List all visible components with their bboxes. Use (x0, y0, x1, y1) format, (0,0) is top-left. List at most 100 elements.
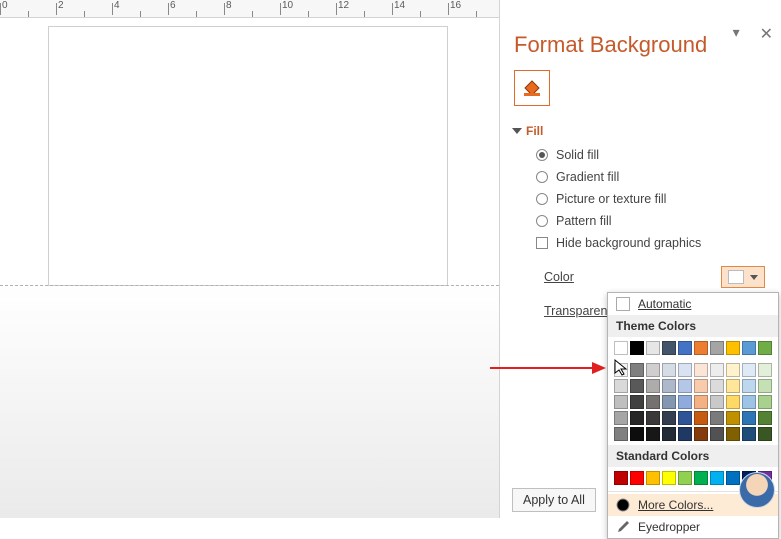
color-swatch[interactable] (630, 411, 644, 425)
color-swatch[interactable] (662, 395, 676, 409)
eyedropper-icon (616, 520, 630, 534)
color-swatch[interactable] (742, 379, 756, 393)
color-swatch[interactable] (694, 471, 708, 485)
chevron-down-icon (750, 275, 758, 280)
color-swatch[interactable] (758, 363, 772, 377)
color-swatch[interactable] (614, 363, 628, 377)
color-swatch[interactable] (630, 395, 644, 409)
radio-icon (536, 215, 548, 227)
color-swatch[interactable] (630, 379, 644, 393)
gradient-fill-option[interactable]: Gradient fill (536, 170, 769, 184)
color-swatch[interactable] (662, 341, 676, 355)
color-swatch[interactable] (742, 363, 756, 377)
theme-color-row (608, 337, 778, 359)
color-swatch[interactable] (662, 379, 676, 393)
color-swatch[interactable] (758, 395, 772, 409)
color-swatch[interactable] (662, 427, 676, 441)
color-swatch[interactable] (614, 379, 628, 393)
eyedropper-option[interactable]: Eyedropper (608, 516, 778, 538)
color-swatch[interactable] (614, 411, 628, 425)
fill-section-header[interactable]: Fill (514, 124, 769, 138)
color-swatch[interactable] (614, 395, 628, 409)
picture-fill-option[interactable]: Picture or texture fill (536, 192, 769, 206)
apply-to-all-button[interactable]: Apply to All (512, 488, 596, 512)
color-swatch[interactable] (694, 427, 708, 441)
hide-background-option[interactable]: Hide background graphics (536, 236, 769, 250)
color-swatch[interactable] (694, 363, 708, 377)
color-swatch[interactable] (710, 363, 724, 377)
color-swatch[interactable] (710, 427, 724, 441)
color-swatch[interactable] (742, 411, 756, 425)
color-swatch[interactable] (678, 411, 692, 425)
color-swatch[interactable] (726, 363, 740, 377)
panel-options-icon[interactable]: ▾ (733, 24, 740, 44)
radio-icon (536, 171, 548, 183)
color-swatch[interactable] (630, 471, 644, 485)
fill-tool-icon[interactable] (514, 70, 550, 106)
color-swatch[interactable] (678, 379, 692, 393)
horizontal-ruler: 0246810121416 (0, 0, 499, 18)
pattern-fill-option[interactable]: Pattern fill (536, 214, 769, 228)
color-swatch[interactable] (726, 395, 740, 409)
avatar (739, 472, 775, 508)
color-swatch[interactable] (630, 427, 644, 441)
slide[interactable] (48, 26, 448, 286)
color-swatch[interactable] (742, 395, 756, 409)
solid-fill-option[interactable]: Solid fill (536, 148, 769, 162)
color-swatch[interactable] (662, 363, 676, 377)
color-swatch[interactable] (678, 427, 692, 441)
color-swatch[interactable] (646, 341, 660, 355)
color-swatch[interactable] (614, 341, 628, 355)
automatic-color-option[interactable]: Automatic (608, 293, 778, 315)
close-icon[interactable]: ✕ (760, 24, 773, 44)
color-swatch[interactable] (630, 341, 644, 355)
theme-tints-grid (608, 359, 778, 445)
color-swatch[interactable] (614, 471, 628, 485)
horizontal-guide (0, 285, 499, 286)
color-swatch[interactable] (758, 379, 772, 393)
color-swatch-icon (728, 270, 744, 284)
color-swatch[interactable] (742, 341, 756, 355)
color-label: Color (544, 270, 574, 284)
color-swatch[interactable] (758, 411, 772, 425)
color-swatch[interactable] (758, 341, 772, 355)
fill-section-label: Fill (526, 124, 543, 138)
color-swatch[interactable] (678, 395, 692, 409)
color-swatch[interactable] (710, 379, 724, 393)
checkbox-icon (536, 237, 548, 249)
color-swatch[interactable] (678, 363, 692, 377)
color-swatch[interactable] (726, 411, 740, 425)
color-swatch[interactable] (694, 395, 708, 409)
color-swatch[interactable] (678, 341, 692, 355)
color-swatch[interactable] (710, 341, 724, 355)
color-swatch[interactable] (614, 427, 628, 441)
color-swatch[interactable] (662, 411, 676, 425)
color-swatch[interactable] (742, 427, 756, 441)
color-swatch[interactable] (726, 471, 740, 485)
color-swatch[interactable] (694, 379, 708, 393)
color-dropdown-button[interactable] (721, 266, 765, 288)
color-wheel-icon (616, 498, 630, 512)
swatch-icon (616, 297, 630, 311)
color-swatch[interactable] (646, 471, 660, 485)
color-swatch[interactable] (630, 363, 644, 377)
color-swatch[interactable] (646, 411, 660, 425)
color-swatch[interactable] (726, 341, 740, 355)
color-swatch[interactable] (710, 471, 724, 485)
color-swatch[interactable] (694, 411, 708, 425)
color-swatch[interactable] (726, 379, 740, 393)
color-swatch[interactable] (662, 471, 676, 485)
color-swatch[interactable] (646, 379, 660, 393)
color-swatch[interactable] (646, 363, 660, 377)
color-swatch[interactable] (678, 471, 692, 485)
transparency-label: Transparenc (544, 304, 614, 318)
color-swatch[interactable] (646, 395, 660, 409)
color-swatch[interactable] (726, 427, 740, 441)
standard-colors-header: Standard Colors (608, 445, 778, 467)
color-swatch[interactable] (710, 411, 724, 425)
color-swatch[interactable] (710, 395, 724, 409)
color-swatch[interactable] (694, 341, 708, 355)
color-swatch[interactable] (646, 427, 660, 441)
color-swatch[interactable] (758, 427, 772, 441)
slide-canvas[interactable]: 0246810121416 (0, 0, 499, 518)
